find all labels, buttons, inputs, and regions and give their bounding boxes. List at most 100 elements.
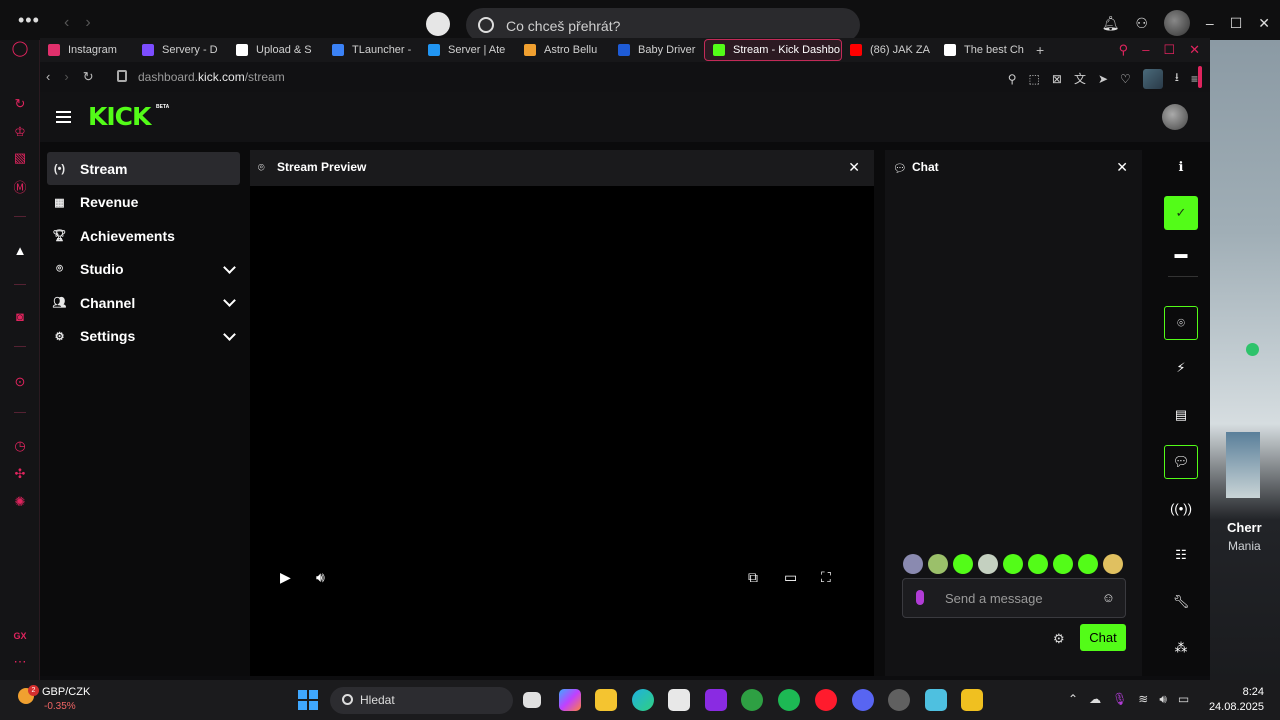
browser-tab[interactable]: The best Ch — [936, 39, 1030, 61]
notes-icon[interactable]: ▤ — [1164, 398, 1198, 432]
menu-icon[interactable]: ≡ — [1191, 72, 1198, 86]
steam-icon[interactable] — [888, 689, 910, 711]
avatar[interactable] — [1163, 10, 1190, 36]
avatar[interactable] — [1162, 104, 1188, 130]
browser-tab[interactable]: Stream - Kick Dashbo — [704, 39, 842, 61]
heart-icon[interactable]: ♡ — [1120, 72, 1131, 86]
xbox-icon[interactable] — [741, 689, 763, 711]
nav-item-channel[interactable]: 👥︎ Channel — [47, 286, 240, 319]
store-icon[interactable] — [668, 689, 690, 711]
battery-icon[interactable]: ▭ — [1178, 692, 1189, 707]
download-icon[interactable]: ⭳ — [1175, 68, 1179, 89]
messenger-icon[interactable]: Ⓜ — [12, 178, 28, 195]
chevron-down-icon[interactable] — [223, 327, 236, 341]
wifi-icon[interactable]: ≋ — [1138, 692, 1148, 707]
opera-gx-icon[interactable] — [815, 689, 837, 711]
home-icon[interactable] — [426, 12, 450, 36]
volume-icon[interactable]: 🔊︎ — [1159, 692, 1167, 707]
bell-icon[interactable]: 🔔︎ — [1102, 15, 1120, 32]
windows-start-icon[interactable] — [298, 690, 318, 710]
volume-icon[interactable]: 🔊︎ — [316, 569, 325, 586]
emote[interactable] — [1028, 554, 1048, 574]
maximize-icon[interactable]: ☐ — [1163, 42, 1175, 58]
adblock-icon[interactable]: ⊠ — [1052, 72, 1062, 86]
chevron-down-icon[interactable] — [223, 294, 236, 307]
nav-item-studio[interactable]: ⌾ Studio — [47, 253, 240, 286]
back-icon[interactable]: ‹ — [64, 14, 69, 31]
notepad-icon[interactable] — [925, 689, 947, 711]
spotify-icon[interactable] — [778, 689, 800, 711]
twitch-icon[interactable]: ◙ — [12, 308, 28, 324]
app-icon[interactable] — [961, 689, 983, 711]
emote[interactable] — [978, 554, 998, 574]
lightning-icon[interactable]: ⚡︎ — [1164, 351, 1198, 385]
browser-tab[interactable]: Server | Ate — [420, 39, 516, 61]
emote[interactable] — [903, 554, 923, 574]
browser-tab[interactable]: Instagram — [40, 39, 134, 61]
fullscreen-icon[interactable]: ⛶ — [821, 569, 831, 586]
gx-icon[interactable]: GX — [12, 628, 28, 644]
opera-logo-icon[interactable]: ◯ — [12, 40, 29, 57]
snapshot-icon[interactable]: ⬚ — [1029, 72, 1040, 86]
nav-item-stream[interactable]: (•) Stream — [47, 152, 240, 185]
maximize-icon[interactable]: ☐ — [1230, 15, 1243, 32]
more-icon[interactable]: ⋯ — [12, 654, 28, 670]
friends-icon[interactable]: ⚇ — [1135, 15, 1148, 32]
search-tabs-icon[interactable]: ⚲ — [1119, 42, 1129, 58]
emote[interactable] — [928, 554, 948, 574]
chat-message-input[interactable]: Send a message ☺ — [902, 578, 1126, 618]
emote[interactable] — [953, 554, 973, 574]
chevron-up-icon[interactable]: ⌃ — [1068, 692, 1078, 707]
history-icon[interactable]: ◷ — [12, 438, 28, 454]
queue-icon[interactable]: ☷ — [1164, 538, 1198, 572]
clock-time[interactable]: 8:24 — [1216, 686, 1264, 698]
sidebar-toggle[interactable] — [1198, 66, 1202, 88]
browser-tab[interactable]: (86) JAK ZA — [842, 39, 936, 61]
send-icon[interactable]: ➤ — [1098, 72, 1108, 86]
theater-icon[interactable]: ▭ — [784, 569, 797, 586]
emoji-icon[interactable]: ☺ — [1102, 590, 1115, 605]
url-field[interactable]: dashboard.kick.com/stream — [138, 70, 285, 84]
miniplayer-icon[interactable]: ⧉ — [748, 569, 758, 586]
extensions-icon[interactable]: ✣ — [12, 466, 28, 482]
broadcast-icon[interactable]: ((•)) — [1164, 491, 1198, 525]
browser-tab[interactable]: Baby Driver — [610, 39, 704, 61]
instagram-icon[interactable] — [705, 689, 727, 711]
nav-item-achievements[interactable]: 🏆︎ Achievements — [47, 219, 240, 252]
more-icon[interactable]: ••• — [18, 11, 40, 29]
games-icon[interactable]: ♔ — [12, 124, 28, 140]
emote[interactable] — [1053, 554, 1073, 574]
cards-icon[interactable]: ▧ — [12, 150, 28, 166]
chat-toggle-icon[interactable]: 💬︎ — [1164, 445, 1198, 479]
close-icon[interactable]: ✕ — [1116, 159, 1128, 176]
clock-date[interactable]: 24.08.2025 — [1208, 701, 1264, 713]
minimize-icon[interactable]: – — [1142, 42, 1149, 58]
player-icon[interactable]: ⊙ — [12, 374, 28, 390]
microphone-icon[interactable] — [916, 590, 924, 605]
task-view-icon[interactable] — [523, 692, 541, 708]
new-tab-icon[interactable]: + — [1036, 42, 1044, 58]
speed-dial-icon[interactable]: ↻ — [12, 96, 28, 112]
edge-icon[interactable] — [632, 689, 654, 711]
browser-tab[interactable]: Astro Bellu — [516, 39, 610, 61]
taskbar-search[interactable]: Hledat — [330, 687, 513, 714]
forward-icon[interactable]: › — [64, 69, 68, 85]
discord-icon[interactable] — [852, 689, 874, 711]
os-search-bar[interactable]: Co chceš přehrát? — [466, 8, 860, 42]
close-icon[interactable]: ✕ — [1189, 42, 1200, 58]
close-icon[interactable]: ✕ — [848, 159, 860, 176]
back-icon[interactable]: ‹ — [46, 69, 50, 85]
reload-icon[interactable]: ↻ — [83, 69, 94, 85]
send-chat-button[interactable]: Chat — [1080, 624, 1126, 651]
browser-tab[interactable]: Servery - D — [134, 39, 228, 61]
layout-icon[interactable]: ▬ — [1164, 236, 1198, 270]
avatar[interactable] — [1142, 68, 1163, 89]
settings-icon[interactable]: ✺ — [12, 494, 28, 510]
onedrive-icon[interactable]: ☁ — [1089, 692, 1101, 707]
play-icon[interactable]: ▶ — [280, 569, 291, 586]
nav-item-settings[interactable]: ⚙ Settings — [47, 320, 240, 353]
nav-item-revenue[interactable]: ▦ Revenue — [47, 186, 240, 219]
preview-toggle-icon[interactable]: ⌾ — [1164, 306, 1198, 340]
forward-icon[interactable]: › — [85, 14, 90, 31]
share-icon[interactable]: ⁂ — [1164, 631, 1198, 665]
